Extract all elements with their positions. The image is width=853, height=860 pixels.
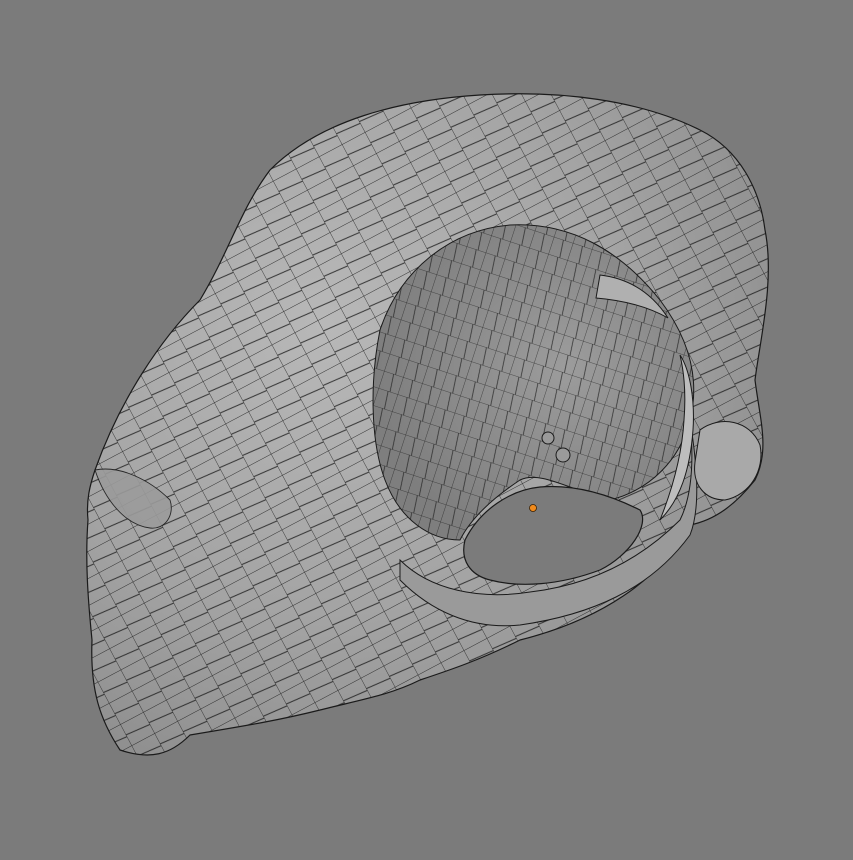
mesh-knob	[555, 447, 571, 463]
viewport-canvas[interactable]	[0, 0, 853, 860]
mesh-side-bulb	[694, 421, 762, 501]
mesh-object[interactable]	[0, 0, 853, 860]
mesh-knob	[541, 431, 555, 445]
3d-viewport[interactable]	[0, 0, 853, 860]
origin-dot-icon	[529, 504, 537, 512]
